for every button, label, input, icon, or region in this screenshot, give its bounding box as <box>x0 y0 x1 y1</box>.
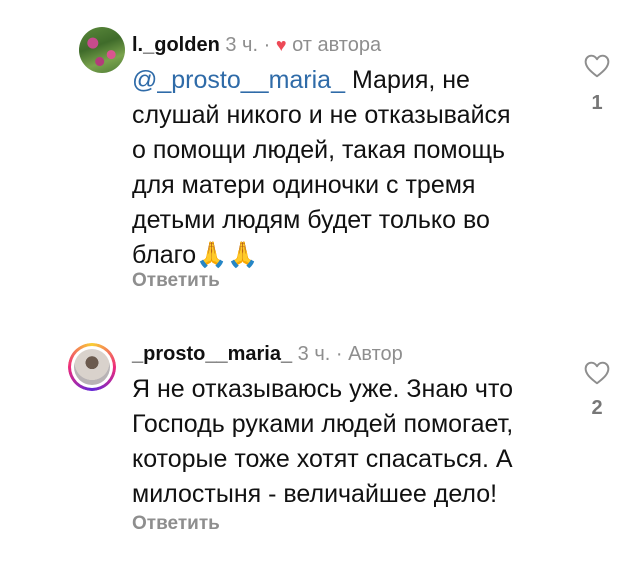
reply-button[interactable]: Ответить <box>132 270 220 292</box>
separator: · <box>335 343 343 365</box>
comment-line: которые тоже хотят спасаться. А <box>132 445 513 473</box>
comment-meta: l._golden 3 ч. · ♥ от автора <box>132 33 381 57</box>
username[interactable]: l._golden <box>132 34 220 56</box>
avatar-photo <box>74 349 110 385</box>
author-badge: от автора <box>292 34 382 56</box>
comment-text: Мария, не <box>345 66 470 94</box>
comment-body: @_prosto__maria_ Мария, не слушай никого… <box>132 63 511 273</box>
comment-line: Господь руками людей помогает, <box>132 410 514 438</box>
avatar-photo <box>79 27 125 73</box>
comment-meta: _prosto__maria_ 3 ч. · Автор <box>132 342 403 366</box>
comment-line: благо🙏🙏 <box>132 241 259 269</box>
comment-line: Я не отказываюсь уже. Знаю что <box>132 375 514 403</box>
timestamp: 3 ч. <box>297 343 331 365</box>
comment-line: для матери одиночки с тремя <box>132 171 476 199</box>
timestamp: 3 ч. <box>225 34 259 56</box>
reply-button[interactable]: Ответить <box>132 513 220 535</box>
heart-outline-icon[interactable] <box>584 361 610 385</box>
author-badge: Автор <box>348 343 403 365</box>
avatar[interactable] <box>68 343 116 391</box>
comment-line: детьми людям будет только во <box>132 206 490 234</box>
like-count[interactable]: 2 <box>584 397 610 420</box>
comment-line: милостыня - величайшее дело! <box>132 480 498 508</box>
mention-link[interactable]: @_prosto__maria_ <box>132 66 345 94</box>
avatar[interactable] <box>79 27 125 73</box>
heart-outline-icon[interactable] <box>584 54 610 78</box>
like-count[interactable]: 1 <box>584 92 610 115</box>
comment-body: Я не отказываюсь уже. Знаю что Господь р… <box>132 372 513 512</box>
separator: · <box>263 34 271 56</box>
comment-line: о помощи людей, такая помощь <box>132 136 506 164</box>
author-liked-heart-icon: ♥ <box>275 35 287 55</box>
comment-line: слушай никого и не отказывайся <box>132 101 511 129</box>
comment-line: @_prosto__maria_ Мария, не <box>132 63 511 98</box>
username[interactable]: _prosto__maria_ <box>132 343 292 365</box>
